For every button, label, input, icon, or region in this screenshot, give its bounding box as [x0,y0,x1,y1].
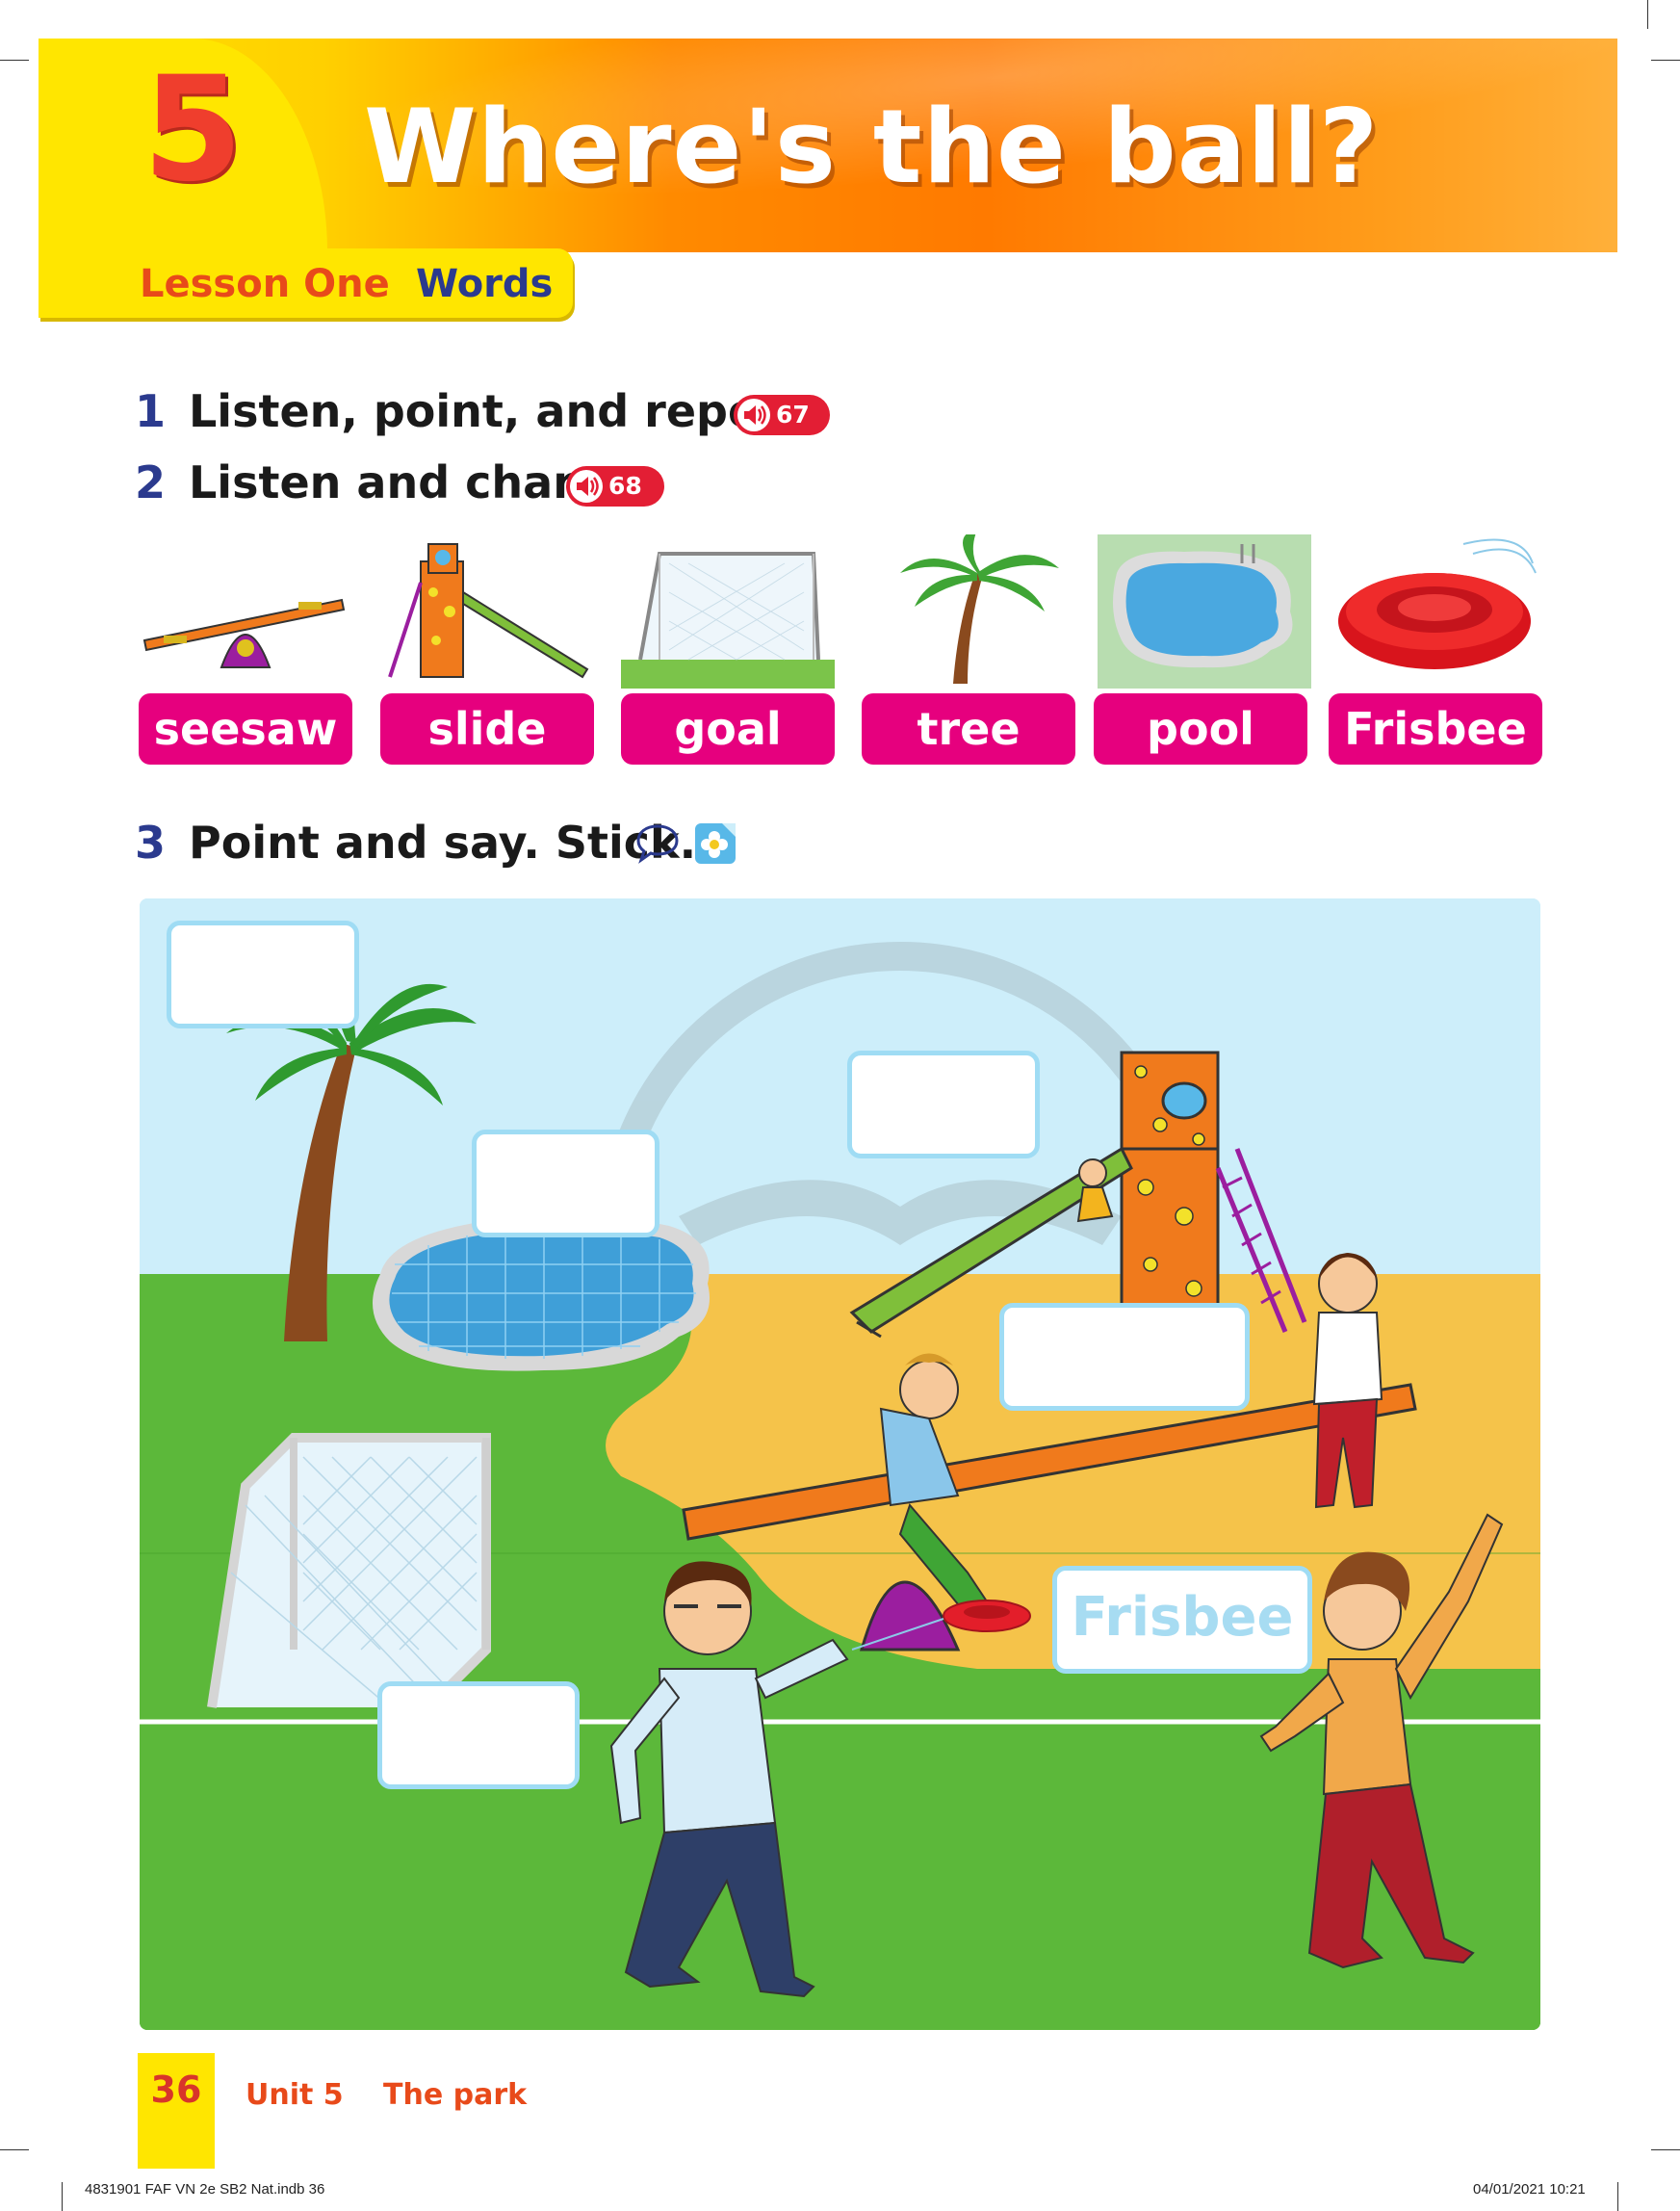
crop-mark [0,2149,29,2150]
crop-mark [62,2182,63,2211]
speaker-icon [570,470,603,503]
audio-track-badge[interactable]: 68 [566,466,664,507]
print-slug: 4831901 FAF VN 2e SB2 Nat.indb 36 [85,2181,325,2198]
tree-picture [900,534,1059,684]
audio-track-badge[interactable]: 67 [734,395,830,435]
footer-unit: Unit 5 [246,2078,344,2112]
lesson-label: Lesson One [140,262,390,306]
activity-number: 3 [135,817,167,869]
activity-3: 3 Point and say. Stick. [135,817,696,869]
word-frisbee[interactable]: Frisbee [1329,693,1542,765]
speech-bubble-icon [636,824,679,864]
track-number: 68 [608,472,642,500]
word-pool[interactable]: pool [1094,693,1307,765]
sticker-slot[interactable] [167,921,359,1028]
activity-2: 2 Listen and chant. [135,456,622,508]
crop-mark [0,60,29,61]
crop-mark [1651,2149,1680,2150]
frisbee-picture [1338,538,1537,669]
word-slide[interactable]: slide [380,693,594,765]
speaker-icon [737,399,770,431]
track-number: 67 [776,401,810,429]
park-illustration [140,898,1540,2030]
crop-mark [1617,2182,1618,2211]
activity-number: 2 [135,456,167,508]
word-seesaw[interactable]: seesaw [139,693,352,765]
activity-1: 1 Listen, point, and repeat. [135,385,826,437]
park-scene: Frisbee [140,898,1540,2030]
word-tree[interactable]: tree [862,693,1075,765]
slide-picture [388,543,589,679]
lesson-type: Words [416,262,554,306]
sticker-slot[interactable] [847,1051,1040,1158]
sticker-label: Frisbee [1071,1586,1294,1649]
seesaw-picture [142,598,346,668]
goal-picture [621,552,835,689]
activity-number: 1 [135,385,167,437]
pool-picture [1098,534,1311,689]
print-date: 04/01/2021 10:21 [1473,2181,1586,2198]
sticker-slot-frisbee[interactable]: Frisbee [1052,1566,1312,1674]
activity-text: Listen, point, and repeat. [189,385,826,437]
sticker-slot[interactable] [377,1681,580,1789]
word-goal[interactable]: goal [621,693,835,765]
activity-text: Listen and chant. [189,456,623,508]
unit-title: Where's the ball? [364,88,1380,206]
footer-topic: The park [383,2078,528,2112]
sticker-icon [695,823,736,864]
unit-number: 5 [142,46,244,214]
activity-text: Point and say. Stick. [189,817,697,869]
crop-mark [1651,60,1680,61]
sticker-slot[interactable] [472,1130,659,1237]
page-number: 36 [150,2068,202,2111]
sticker-slot[interactable] [999,1303,1250,1411]
crop-mark [1647,0,1648,29]
